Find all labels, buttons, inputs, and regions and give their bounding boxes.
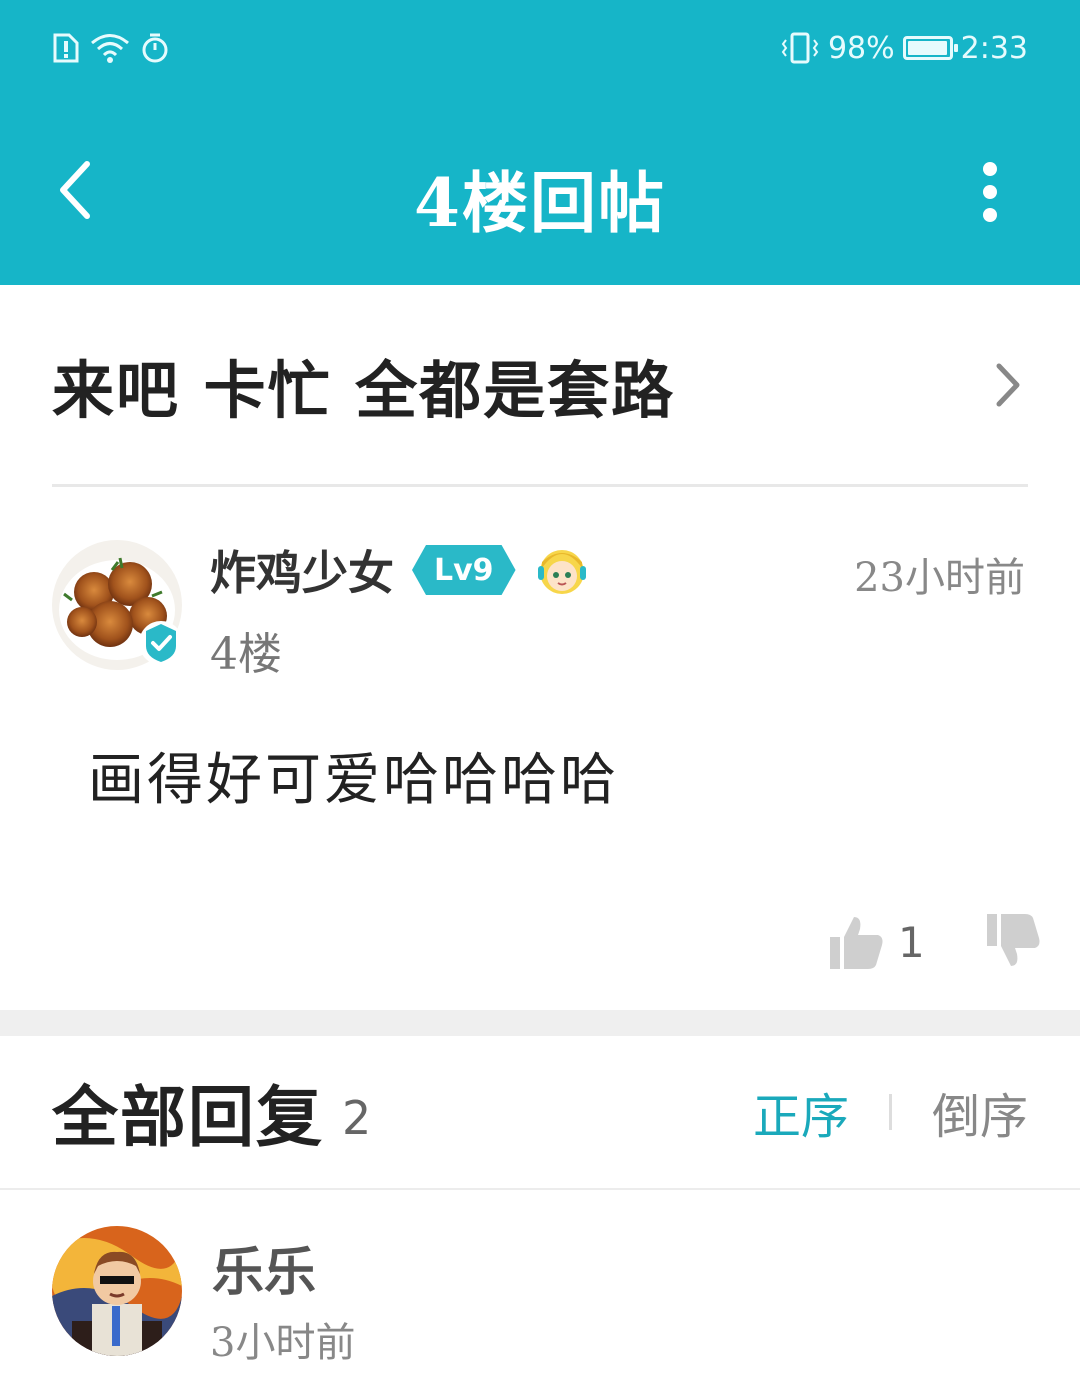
more-options-button[interactable] [960,152,1020,232]
post-time: 23小时前 [854,555,1025,601]
chevron-right-icon [988,355,1028,415]
post-content: 画得好可爱哈哈哈哈 [88,748,619,813]
like-button[interactable]: 1 [828,910,925,974]
reply-time: 3小时前 [210,1320,356,1366]
app-root: 98% 2:33 4楼回帖 来吧 卡忙 全都是套路 炸鸡少女 Lv9 23小时前… [0,0,1080,1383]
more-dot-icon [983,185,997,199]
level-badge: Lv9 [412,545,516,595]
reply-avatar-image [52,1226,182,1356]
floor-number: 4楼 [210,629,282,680]
more-dot-icon [983,208,997,222]
thumbs-up-icon [830,917,883,969]
wifi-icon [91,34,129,63]
status-bar-right: 98% 2:33 [780,30,1028,66]
verified-badge-icon [139,621,183,665]
like-count: 1 [898,917,925,967]
top-app-bar: 98% 2:33 4楼回帖 [0,0,1080,285]
replies-title: 全部回复 [52,1078,324,1156]
battery-fill [907,41,947,55]
battery-percent: 98% [827,30,895,66]
replies-header: 全部回复 2 正序 倒序 [52,1036,1028,1188]
sort-toggle: 正序 倒序 [753,1077,1028,1147]
author-avatar[interactable] [52,540,183,670]
replies-count: 2 [342,1091,372,1145]
author-line: 炸鸡少女 Lv9 [210,540,590,600]
dislike-button[interactable] [985,912,1043,976]
status-bar-left [52,30,170,66]
more-dot-icon [983,162,997,176]
page-title: 4楼回帖 [414,164,666,242]
thumbs-down-icon [987,914,1040,966]
mascot-badge-icon [537,550,586,594]
sort-descending-button[interactable]: 倒序 [932,1077,1028,1147]
sort-ascending-button[interactable]: 正序 [753,1077,849,1147]
sim-alert-icon [53,33,79,63]
section-divider [0,1010,1080,1036]
clock: 2:33 [960,30,1028,66]
timer-icon [142,33,168,63]
battery-icon [902,36,958,60]
author-name[interactable]: 炸鸡少女 [210,537,394,603]
divider-line [0,1188,1080,1190]
reply-author-name[interactable]: 乐乐 [212,1230,316,1305]
vibrate-icon [781,32,819,64]
sort-separator [888,1094,892,1130]
topic-title: 来吧 卡忙 全都是套路 [52,353,676,427]
topic-link[interactable]: 来吧 卡忙 全都是套路 [52,285,1028,487]
reply-author-avatar[interactable] [52,1226,182,1356]
